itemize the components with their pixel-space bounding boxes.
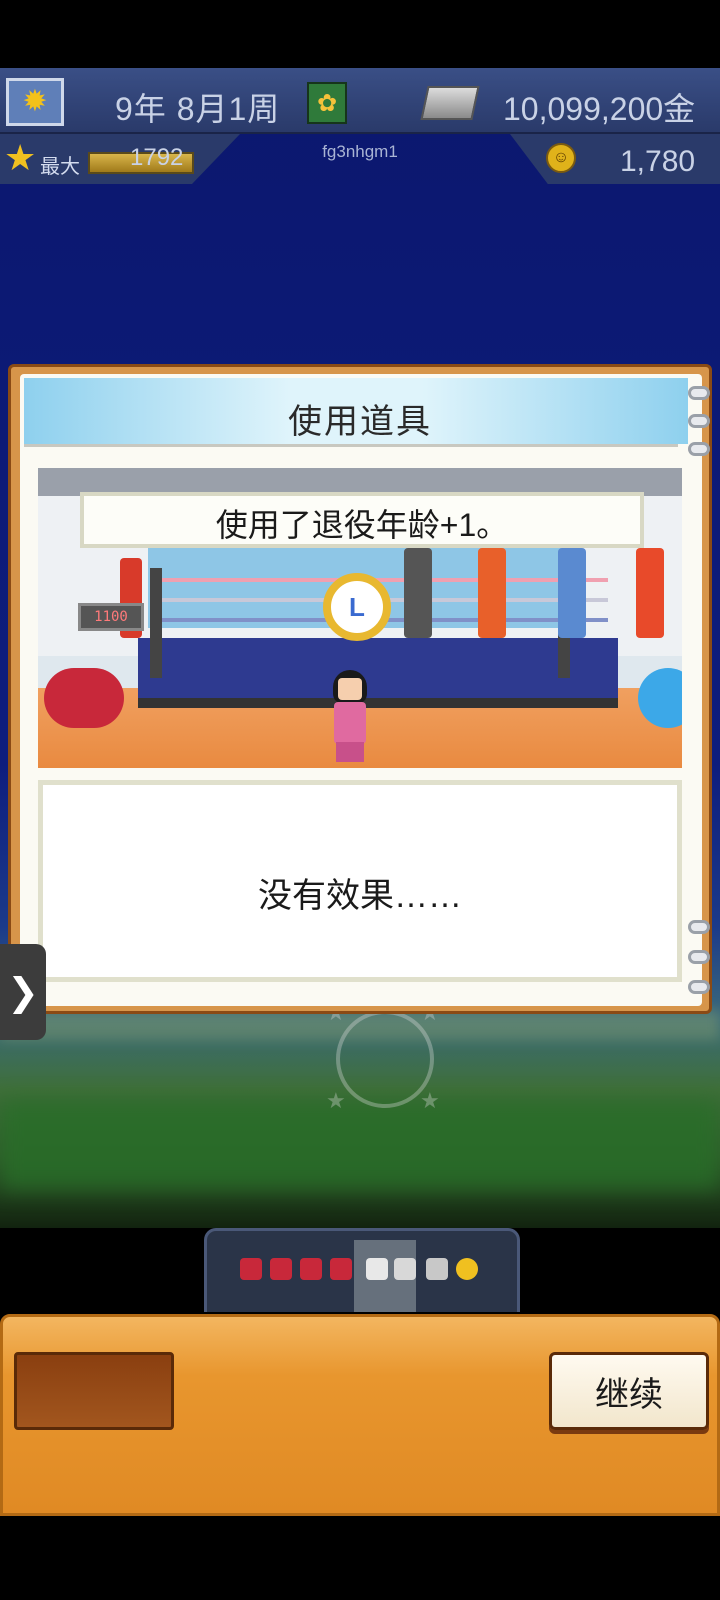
- empty-slot: [14, 1352, 174, 1430]
- top-letterbox: [0, 0, 720, 68]
- money-display: 10,099,200金: [503, 91, 696, 127]
- side-expand-button[interactable]: ❯: [0, 944, 46, 1040]
- binder-ring: [688, 920, 710, 934]
- tab-item-icon[interactable]: [394, 1258, 416, 1280]
- message-text: 使用了退役年龄+1。: [215, 507, 509, 543]
- tab-glove-icon[interactable]: [270, 1258, 292, 1280]
- background-star-icon: ★: [420, 1088, 440, 1113]
- points-display: 1,780: [620, 145, 696, 178]
- tab-glove-icon[interactable]: [300, 1258, 322, 1280]
- game-screen: ★ ★ ★ ★ ✹ 9年 8月1周 ✿ 10,099,200金 ★ 最大 179…: [0, 0, 720, 1600]
- background-star-icon: ★: [326, 1088, 346, 1113]
- boxer-legs: [336, 742, 364, 762]
- settings-icon: ✹: [22, 85, 48, 118]
- result-text: 没有效果……: [258, 877, 462, 915]
- ring-rope: [158, 578, 608, 582]
- tab-glove-icon[interactable]: [240, 1258, 262, 1280]
- boxing-ring: [138, 638, 618, 708]
- player-id: fg3nhgm1: [322, 142, 398, 161]
- background-grass: [0, 1100, 720, 1190]
- punching-bag: [636, 548, 664, 638]
- tab-lightbulb-icon[interactable]: [456, 1258, 478, 1280]
- weight-scale: 1100: [78, 603, 144, 631]
- ring-post: [150, 568, 162, 678]
- binder-ring: [688, 980, 710, 994]
- tab-glove-icon[interactable]: [330, 1258, 352, 1280]
- header-divider: [24, 444, 678, 447]
- continue-button[interactable]: 继续: [549, 1352, 709, 1430]
- boxer-face: [338, 678, 362, 700]
- binder-ring: [688, 950, 710, 964]
- money-icon: [420, 86, 480, 120]
- smile-icon: ☺: [546, 143, 576, 173]
- date-display: 9年 8月1周: [115, 91, 281, 127]
- tab-shoe-icon[interactable]: [366, 1258, 388, 1280]
- dialog-title: 使用道具: [288, 403, 432, 441]
- binder-ring: [688, 414, 710, 428]
- binder-ring: [688, 386, 710, 400]
- chevron-right-icon: ❯: [7, 971, 39, 1014]
- dumbbells: [44, 668, 124, 728]
- punching-bag: [558, 548, 586, 638]
- boxer-body: [334, 702, 366, 744]
- binder-ring: [688, 442, 710, 456]
- punching-bag: [478, 548, 506, 638]
- clock-icon: L: [323, 573, 391, 641]
- tab-equipment-icon[interactable]: [426, 1258, 448, 1280]
- bottom-letterbox: [0, 1516, 720, 1600]
- settings-button[interactable]: ✹: [6, 78, 64, 126]
- calendar-icon[interactable]: ✿: [307, 82, 347, 124]
- punching-bag: [404, 548, 432, 638]
